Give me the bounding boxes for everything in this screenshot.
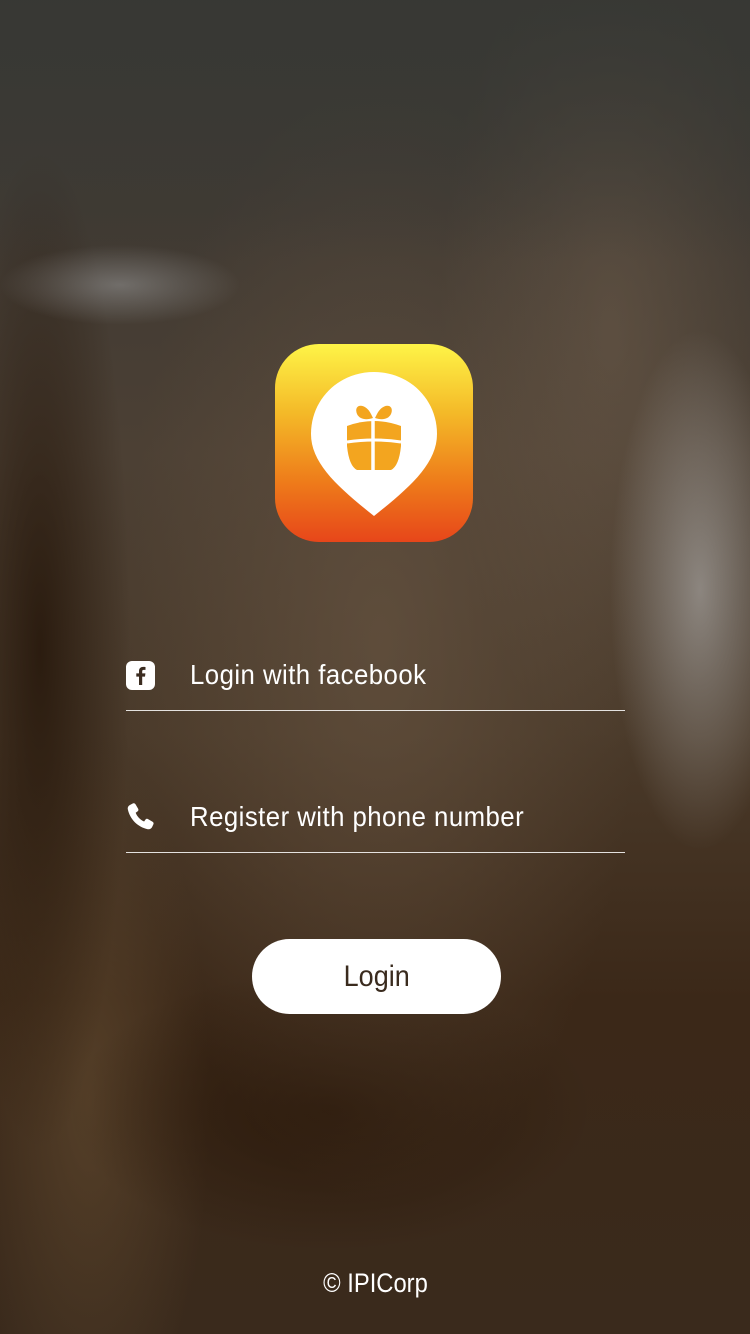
gift-location-pin-icon	[311, 372, 437, 516]
app-logo	[275, 344, 473, 542]
phone-icon	[125, 802, 155, 832]
facebook-icon	[125, 660, 155, 690]
copyright-text: © IPICorp	[0, 1268, 750, 1299]
phone-register-button[interactable]: Register with phone number	[125, 787, 625, 847]
login-button-label: Login	[343, 959, 410, 993]
login-button[interactable]: Login	[252, 939, 501, 1014]
background-shade	[0, 0, 750, 260]
copyright-label: © IPICorp	[322, 1268, 428, 1298]
divider	[126, 710, 625, 711]
facebook-login-label: Login with facebook	[190, 659, 427, 690]
phone-register-label: Register with phone number	[190, 801, 525, 832]
divider	[126, 852, 625, 853]
facebook-login-button[interactable]: Login with facebook	[125, 645, 625, 705]
